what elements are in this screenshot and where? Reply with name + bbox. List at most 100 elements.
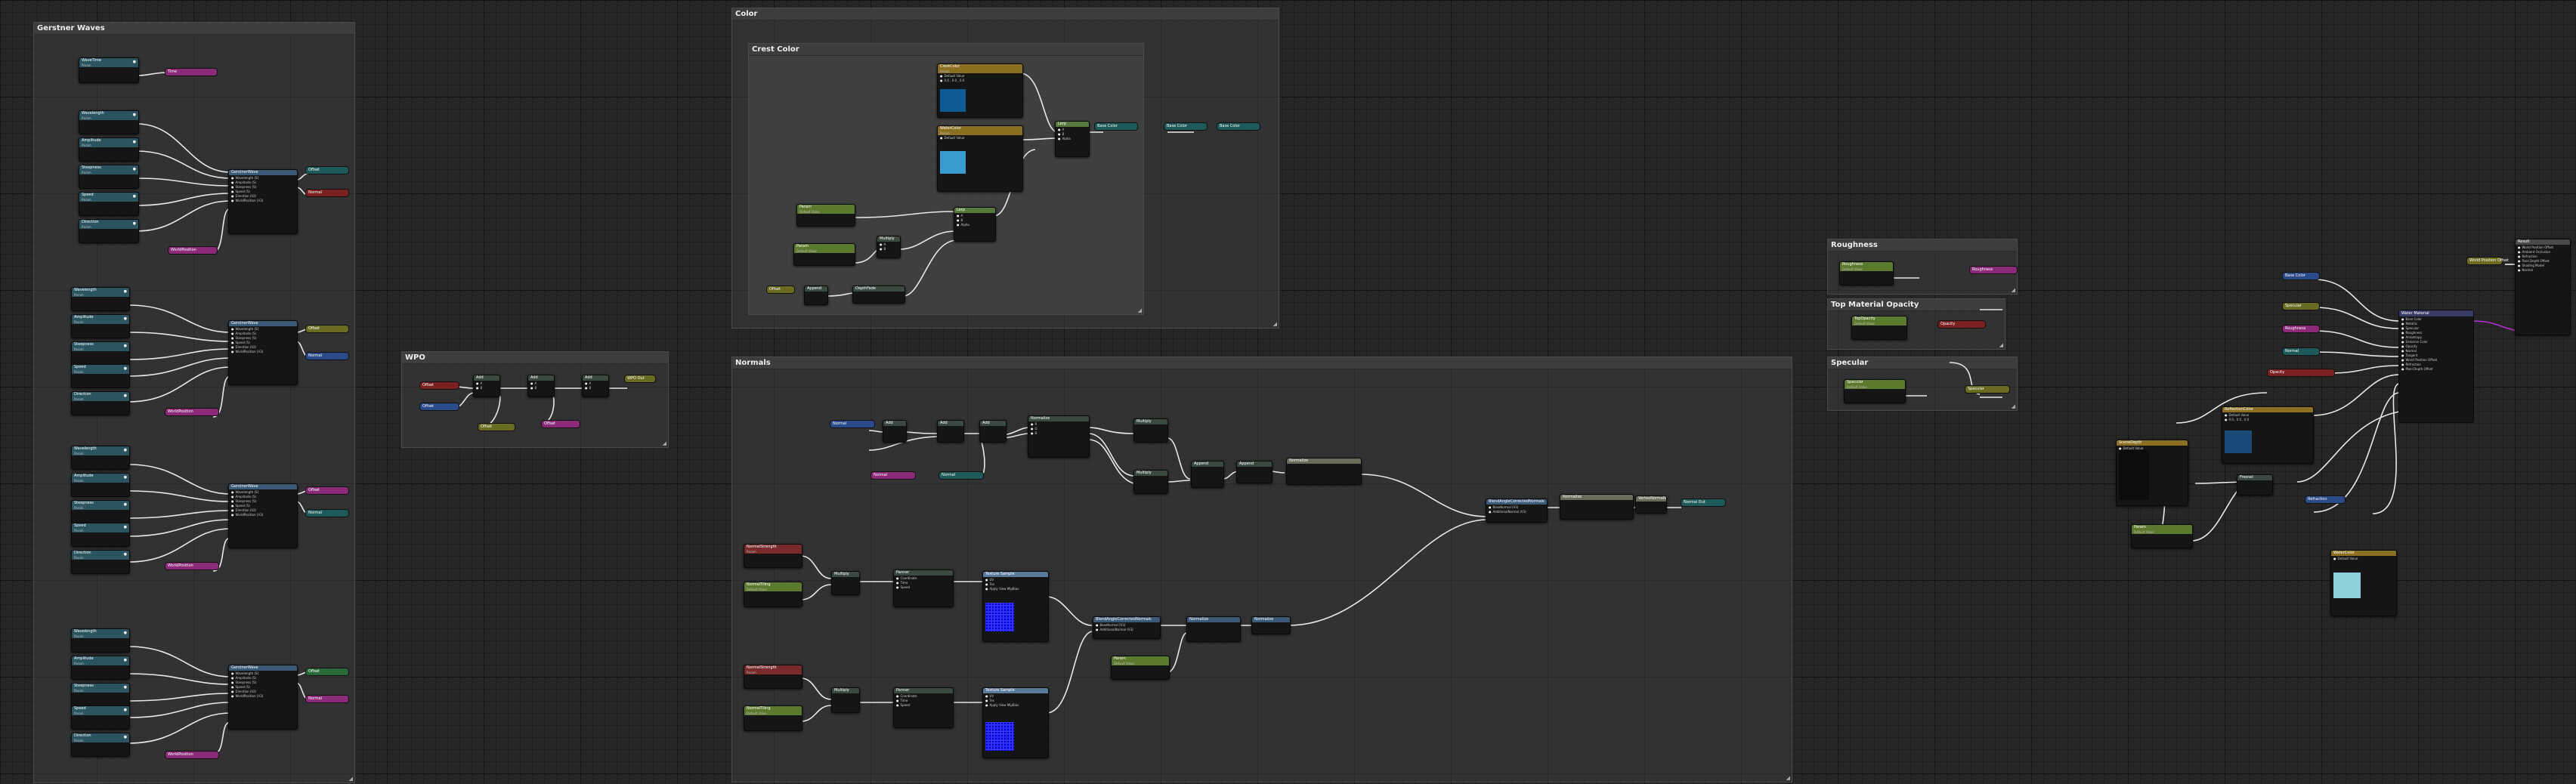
speed-param-node[interactable]: Speed Param ● <box>71 705 130 730</box>
output-pin-icon[interactable]: ● <box>133 167 136 171</box>
output-pin-icon[interactable]: ● <box>124 708 127 712</box>
color-reroute-c[interactable]: Base Color <box>1217 122 1260 131</box>
input-pin[interactable]: Apply View MipBias <box>985 587 1046 591</box>
append-node[interactable]: Append <box>1236 461 1273 483</box>
wavelength-param-node[interactable]: Wavelength Param ● <box>79 110 139 134</box>
add-node[interactable]: Add <box>937 420 964 443</box>
add-node[interactable]: Add AB <box>527 375 555 397</box>
input-pin[interactable]: Apply View MipBias <box>985 703 1046 708</box>
comment-wpo[interactable]: WPO ◢ <box>401 351 669 448</box>
input-pin[interactable]: Normal <box>2518 268 2568 273</box>
flatten-normal-node[interactable]: Normalize <box>1186 616 1241 642</box>
normal-tiling-param-node[interactable]: NormalTiling Default Value <box>744 582 802 607</box>
wpo-reroute-b[interactable]: Offset <box>419 403 459 411</box>
normals-reroute-c[interactable]: Normal <box>939 471 984 480</box>
wpo-output-reroute[interactable]: WPO Out <box>624 375 656 383</box>
output-pin-icon[interactable]: ● <box>124 502 127 507</box>
speed-param-node[interactable]: Speed Param ● <box>71 523 130 547</box>
steepness-param-node[interactable]: Steepness Param ● <box>71 683 130 707</box>
named-reroute-wave-offset[interactable]: Offset <box>305 325 349 333</box>
input-reroute-roughness[interactable]: Roughness <box>2282 325 2320 333</box>
resize-handle-icon[interactable]: ◢ <box>1138 308 1142 313</box>
material-graph-canvas[interactable]: Gerstner Waves ◢ Color ◢ Crest Color ◢ W… <box>0 0 2576 784</box>
output-pin-icon[interactable]: ● <box>124 394 127 398</box>
named-reroute-wave-normal[interactable]: Normal <box>305 352 349 360</box>
input-reroute-refraction[interactable]: Refraction <box>2305 495 2346 504</box>
panner-node[interactable]: Panner CoordinateTimeSpeed <box>893 569 954 607</box>
input-pin[interactable]: Speed <box>896 703 951 708</box>
named-reroute-world-pos[interactable]: WorldPosition <box>165 408 219 416</box>
crest-falloff-scalar-node[interactable]: Param Default Value <box>793 243 855 266</box>
amplitude-param-node[interactable]: Amplitude Param ● <box>71 473 130 497</box>
gerstner-wave-function-node[interactable]: GerstnerWave Wavelength (S) Amplitude (S… <box>228 483 298 548</box>
input-reroute-specular[interactable]: Specular <box>2282 302 2320 310</box>
output-pin-icon[interactable]: ● <box>124 475 127 480</box>
default-value[interactable]: 0.0 , 0.0 , 0.0 <box>940 79 1020 83</box>
add-node[interactable]: Add AB <box>582 375 609 397</box>
specular-param-node[interactable]: Specular Default Value <box>1844 379 1906 403</box>
output-pin-icon[interactable]: ● <box>124 552 127 557</box>
color-reroute-b[interactable]: Base Color <box>1164 122 1208 131</box>
normalize-node[interactable]: Normalize <box>1251 616 1291 634</box>
output-pin-icon[interactable]: ● <box>124 289 127 294</box>
output-pin-icon[interactable]: ● <box>124 448 127 452</box>
amplitude-param-node[interactable]: Amplitude Param ● <box>79 137 139 162</box>
roughness-param-node[interactable]: Roughness Default Value <box>1839 261 1894 286</box>
gerstner-wave-function-node[interactable]: GerstnerWave Wavelength (S) Amplitude (S… <box>228 665 298 730</box>
input-pin[interactable]: AdditionalNormal (V3) <box>1096 628 1158 632</box>
named-reroute-wave-offset[interactable]: Offset <box>305 668 349 676</box>
direction-param-node[interactable]: Direction Param ● <box>71 733 130 757</box>
normal-strength-param-node[interactable]: NormalStrength Param <box>744 544 802 568</box>
color-input-reroute[interactable]: Offset <box>766 286 795 294</box>
input-pin[interactable]: Alpha <box>1058 137 1087 141</box>
default-value[interactable]: 0.0 , 0.0 , 0.0 <box>2225 418 2311 422</box>
output-pin-icon[interactable]: ● <box>133 221 136 226</box>
speed-param-node[interactable]: Speed Param ● <box>71 364 130 388</box>
input-pin[interactable]: B <box>585 386 606 390</box>
crest-threshold-scalar-node[interactable]: Param Default Value <box>796 204 855 227</box>
output-pin-icon[interactable]: ● <box>124 685 127 690</box>
resize-handle-icon[interactable]: ◢ <box>349 776 353 782</box>
named-reroute-wave-normal[interactable]: Normal <box>305 509 349 517</box>
resize-handle-icon[interactable]: ◢ <box>2012 288 2015 293</box>
named-reroute-world-pos[interactable]: WorldPosition <box>165 751 219 759</box>
normal-strength-param-node[interactable]: NormalStrength Param <box>744 665 802 689</box>
output-pin-icon[interactable]: ● <box>124 525 127 529</box>
input-pin[interactable]: B <box>880 247 898 252</box>
lerp-node[interactable]: Lerp ABAlpha <box>1055 121 1090 157</box>
direction-param-node[interactable]: Direction Param ● <box>71 550 130 574</box>
wpo-reroute-a[interactable]: Offset <box>419 381 459 390</box>
named-reroute-wave-normal[interactable]: Normal <box>305 695 349 703</box>
resize-handle-icon[interactable]: ◢ <box>663 441 666 446</box>
add-node[interactable]: Add <box>883 420 907 443</box>
add-node[interactable]: Add AB <box>473 375 500 397</box>
fresnel-node[interactable]: Fresnel <box>2237 474 2273 495</box>
input-reroute-wpo[interactable]: World Position Offset <box>2466 257 2509 265</box>
opacity-param-node[interactable]: TopOpacity Default Value <box>1851 316 1907 340</box>
resize-handle-icon[interactable]: ◢ <box>1999 343 2003 348</box>
wavelength-param-node[interactable]: Wavelength Param ● <box>71 446 130 470</box>
specular-reroute[interactable]: Specular <box>1965 385 2010 394</box>
normalize-node[interactable]: Normalize <box>1286 458 1362 485</box>
material-output-node[interactable]: Water Material Base Color Metallic Specu… <box>2398 310 2474 423</box>
multiply-node[interactable]: Multiply <box>1133 470 1168 494</box>
multiply-node[interactable]: Multiply <box>1133 418 1168 443</box>
output-pin-icon[interactable]: ● <box>124 658 127 662</box>
input-reroute-opacity[interactable]: Opacity <box>2267 369 2335 377</box>
normalize-node[interactable]: Normalize <box>1560 494 1634 520</box>
gerstner-wave-function-node[interactable]: GerstnerWave Wavelength (S) Amplitude (S… <box>228 320 298 385</box>
input-reroute-base-color[interactable]: Base Color <box>2282 272 2320 280</box>
normal-tiling-param-node[interactable]: NormalTiling Default Value <box>744 705 802 731</box>
wpo-reroute-d[interactable]: Offset <box>541 420 580 428</box>
input-pin[interactable]: AdditionalNormal (V3) <box>1489 510 1545 514</box>
amplitude-param-node[interactable]: Amplitude Param ● <box>71 656 130 680</box>
roughness-reroute[interactable]: Roughness <box>1969 266 2018 274</box>
steepness-param-node[interactable]: Steepness Param ● <box>71 500 130 524</box>
input-pin[interactable]: Speed <box>896 585 951 590</box>
output-pin-icon[interactable]: ● <box>124 735 127 739</box>
wavelength-param-node[interactable]: Wavelength Param ● <box>71 287 130 311</box>
input-pin-pixel-depth[interactable]: Pixel Depth Offset <box>2401 367 2471 372</box>
add-node[interactable]: Add <box>979 420 1007 443</box>
blend-normals-function-node[interactable]: BlendAngleCorrectedNormals BaseNormal (V… <box>1486 498 1548 523</box>
output-pin-icon[interactable]: ● <box>124 316 127 321</box>
